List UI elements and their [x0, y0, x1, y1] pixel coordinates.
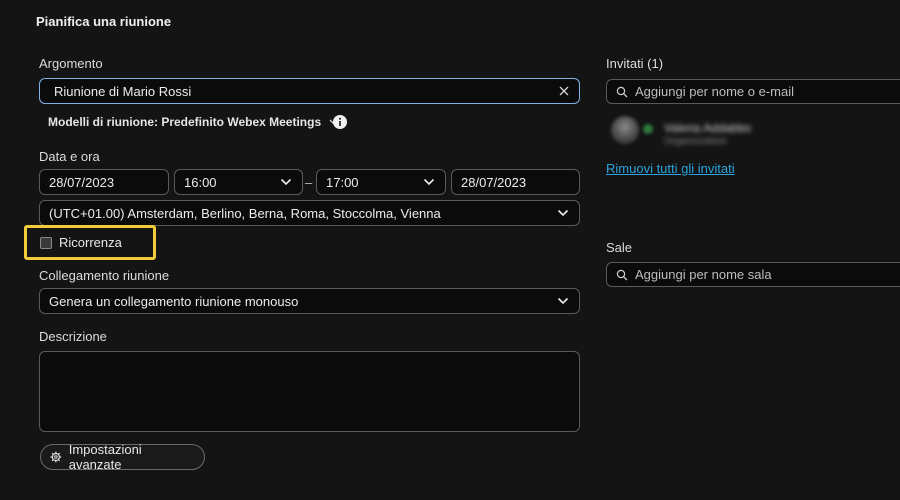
room-search-placeholder: Aggiungi per nome sala [635, 267, 772, 282]
meeting-templates-dropdown[interactable]: Modelli di riunione: Predefinito Webex M… [48, 115, 341, 129]
remove-all-invitees-link[interactable]: Rimuovi tutti gli invitati [606, 161, 735, 176]
topic-input[interactable]: Riunione di Mario Rossi [39, 78, 580, 104]
chevron-down-icon [280, 178, 292, 186]
info-icon[interactable] [333, 115, 347, 129]
advanced-settings-button[interactable]: Impostazioni avanzate [40, 442, 205, 472]
start-date-value: 28/07/2023 [49, 174, 115, 190]
invitees-label: Invitati (1) [606, 56, 664, 71]
start-time-value: 16:00 [184, 174, 217, 190]
time-separator: – [305, 175, 313, 190]
meeting-link-label: Collegamento riunione [39, 268, 170, 283]
checkbox-box[interactable] [40, 236, 52, 249]
recurrence-checkbox[interactable]: Ricorrenza [40, 235, 122, 250]
start-date-input[interactable]: 28/07/2023 [39, 169, 169, 195]
meeting-link-value: Genera un collegamento riunione monouso [49, 293, 299, 309]
room-search-input[interactable]: Aggiungi per nome sala [606, 262, 900, 287]
topic-label: Argomento [39, 56, 103, 71]
status-badge [643, 124, 653, 134]
end-date-input[interactable]: 28/07/2023 [451, 169, 580, 195]
end-date-value: 28/07/2023 [461, 174, 527, 190]
search-icon [616, 86, 628, 97]
invitee-role: Organizzatore [664, 136, 727, 147]
invitee-name: Valeria Addabbo [664, 121, 752, 135]
recurrence-label: Ricorrenza [59, 235, 122, 250]
chevron-down-icon [423, 178, 435, 186]
search-icon [616, 269, 628, 280]
timezone-select[interactable]: (UTC+01.00) Amsterdam, Berlino, Berna, R… [39, 200, 580, 226]
invitee-search-input[interactable]: Aggiungi per nome o e-mail [606, 79, 900, 104]
invitee-search-placeholder: Aggiungi per nome o e-mail [635, 84, 794, 99]
chevron-down-icon [557, 209, 569, 217]
timezone-value: (UTC+01.00) Amsterdam, Berlino, Berna, R… [49, 205, 441, 221]
meeting-templates-label: Modelli di riunione: Predefinito Webex M… [48, 115, 322, 129]
gear-icon [50, 451, 62, 463]
description-textarea[interactable] [39, 351, 580, 432]
rooms-label: Sale [606, 240, 633, 255]
avatar [611, 116, 639, 144]
advanced-settings-label: Impostazioni avanzate [68, 442, 142, 472]
start-time-select[interactable]: 16:00 [174, 169, 303, 195]
topic-value: Riunione di Mario Rossi [54, 83, 192, 99]
dialog-title: Pianifica una riunione [36, 14, 172, 29]
chevron-down-icon [557, 297, 569, 305]
description-label: Descrizione [39, 329, 107, 344]
end-time-value: 17:00 [326, 174, 359, 190]
datetime-label: Data e ora [39, 149, 100, 164]
meeting-link-select[interactable]: Genera un collegamento riunione monouso [39, 288, 580, 314]
clear-icon[interactable] [558, 85, 570, 97]
end-time-select[interactable]: 17:00 [316, 169, 446, 195]
